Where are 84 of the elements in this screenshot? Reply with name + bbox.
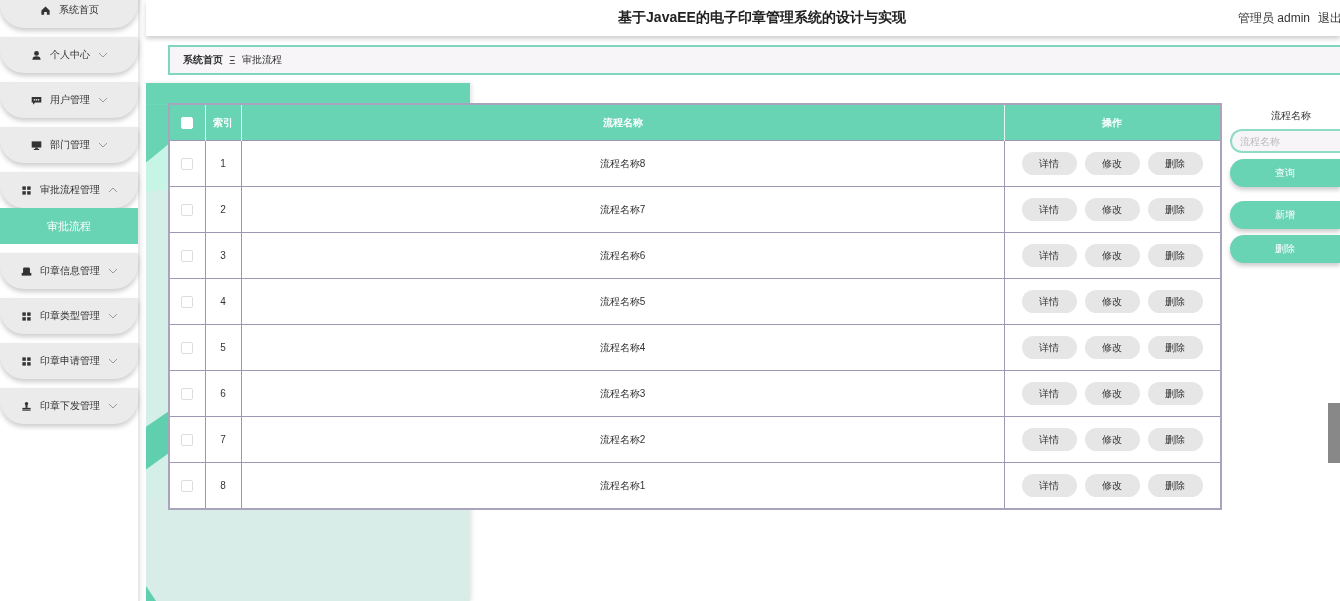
chevron-icon [107, 266, 118, 276]
action-button[interactable]: 详情 [1021, 198, 1077, 221]
chevron-icon [107, 356, 118, 366]
monitor-icon [30, 139, 42, 151]
table-cell: 流程名称3 [241, 370, 1004, 417]
page-title: 基于JavaEE的电子印章管理系统的设计与实现 [617, 9, 907, 27]
sidebar-item[interactable]: 部门管理 [0, 127, 138, 163]
chevron-icon [107, 311, 118, 321]
sidebar-item[interactable]: 印章信息管理 [0, 253, 138, 289]
chevron-icon [107, 401, 118, 411]
column-header: 操作 [1004, 104, 1221, 141]
sidebar-item[interactable]: 审批流程管理 [0, 172, 138, 208]
action-button[interactable]: 详情 [1021, 382, 1077, 405]
action-button[interactable]: 详情 [1021, 474, 1077, 497]
select-all-checkbox[interactable] [181, 116, 194, 129]
stamp-icon [20, 400, 32, 412]
chevron-icon [97, 140, 108, 150]
user-icon [30, 49, 42, 61]
sidebar-item[interactable]: 用户管理 [0, 82, 138, 118]
row-checkbox[interactable] [181, 341, 194, 354]
table-cell: 4 [205, 278, 241, 325]
sidebar-item[interactable]: 印章类型管理 [0, 298, 138, 334]
row-checkbox[interactable] [181, 387, 194, 400]
action-button[interactable]: 修改 [1084, 244, 1140, 267]
row-checkbox[interactable] [181, 157, 194, 170]
table-cell: 流程名称7 [241, 186, 1004, 233]
field-label: 流程名称 [1270, 109, 1312, 123]
grid-icon [20, 355, 32, 367]
breadcrumb-item[interactable]: 系统首页 [183, 53, 223, 67]
column-header: 流程名称 [241, 104, 1004, 141]
action-button[interactable]: 删除 [1147, 474, 1203, 497]
table-cell: 流程名称8 [241, 140, 1004, 187]
table-cell: 7 [205, 416, 241, 463]
row-checkbox[interactable] [181, 249, 194, 262]
table-cell: 流程名称4 [241, 324, 1004, 371]
grid-icon [20, 310, 32, 322]
action-button[interactable]: 详情 [1021, 290, 1077, 313]
sidebar-item[interactable]: 系统首页 [0, 0, 138, 28]
chevron-icon [97, 95, 108, 105]
action-button[interactable]: 修改 [1084, 152, 1140, 175]
action-button[interactable]: 修改 [1084, 290, 1140, 313]
table-cell: 2 [205, 186, 241, 233]
action-button[interactable]: 删除 [1147, 198, 1203, 221]
action-button[interactable]: 修改 [1084, 382, 1140, 405]
column-header: 索引 [205, 104, 241, 141]
sidebar-item[interactable]: 个人中心 [0, 37, 138, 73]
action-button[interactable]: 删除 [1147, 244, 1203, 267]
action-button[interactable]: 删除 [1147, 428, 1203, 451]
action-button[interactable]: 修改 [1084, 198, 1140, 221]
action-button[interactable]: 详情 [1021, 336, 1077, 359]
table-cell: 流程名称6 [241, 232, 1004, 279]
action-button[interactable]: 修改 [1084, 336, 1140, 359]
home-icon [39, 4, 51, 16]
grid-icon [20, 184, 32, 196]
table-cell: 1 [205, 140, 241, 187]
action-button[interactable]: 修改 [1084, 474, 1140, 497]
action-button[interactable]: 详情 [1021, 244, 1077, 267]
breadcrumb-separator: Ξ [229, 54, 236, 66]
row-checkbox[interactable] [181, 203, 194, 216]
printer-icon [20, 265, 32, 277]
action-button[interactable]: 详情 [1021, 152, 1077, 175]
sidebar-item[interactable]: 印章申请管理 [0, 343, 138, 379]
action-button[interactable]: 修改 [1084, 428, 1140, 451]
table-cell: 流程名称2 [241, 416, 1004, 463]
row-checkbox[interactable] [181, 295, 194, 308]
action-button[interactable]: 详情 [1021, 428, 1077, 451]
breadcrumb-item[interactable]: 审批流程 [241, 53, 282, 67]
logout-link[interactable]: 退出 [1318, 9, 1340, 27]
chat-icon [30, 94, 42, 106]
chevron-icon [97, 50, 108, 60]
action-button[interactable]: 删除 [1147, 382, 1203, 405]
action-button[interactable]: 删除 [1147, 152, 1203, 175]
action-button[interactable]: 删除 [1147, 290, 1203, 313]
action-button[interactable]: 删除 [1147, 336, 1203, 359]
scrollbar-thumb[interactable] [1328, 403, 1340, 463]
sidebar-item[interactable]: 印章下发管理 [0, 388, 138, 424]
table-cell: 3 [205, 232, 241, 279]
user-label: 管理员 admin [1237, 9, 1310, 27]
row-checkbox[interactable] [181, 479, 194, 492]
table-cell: 5 [205, 324, 241, 371]
row-checkbox[interactable] [181, 433, 194, 446]
chevron-icon [107, 185, 118, 195]
table-cell: 6 [205, 370, 241, 417]
table-cell: 流程名称5 [241, 278, 1004, 325]
